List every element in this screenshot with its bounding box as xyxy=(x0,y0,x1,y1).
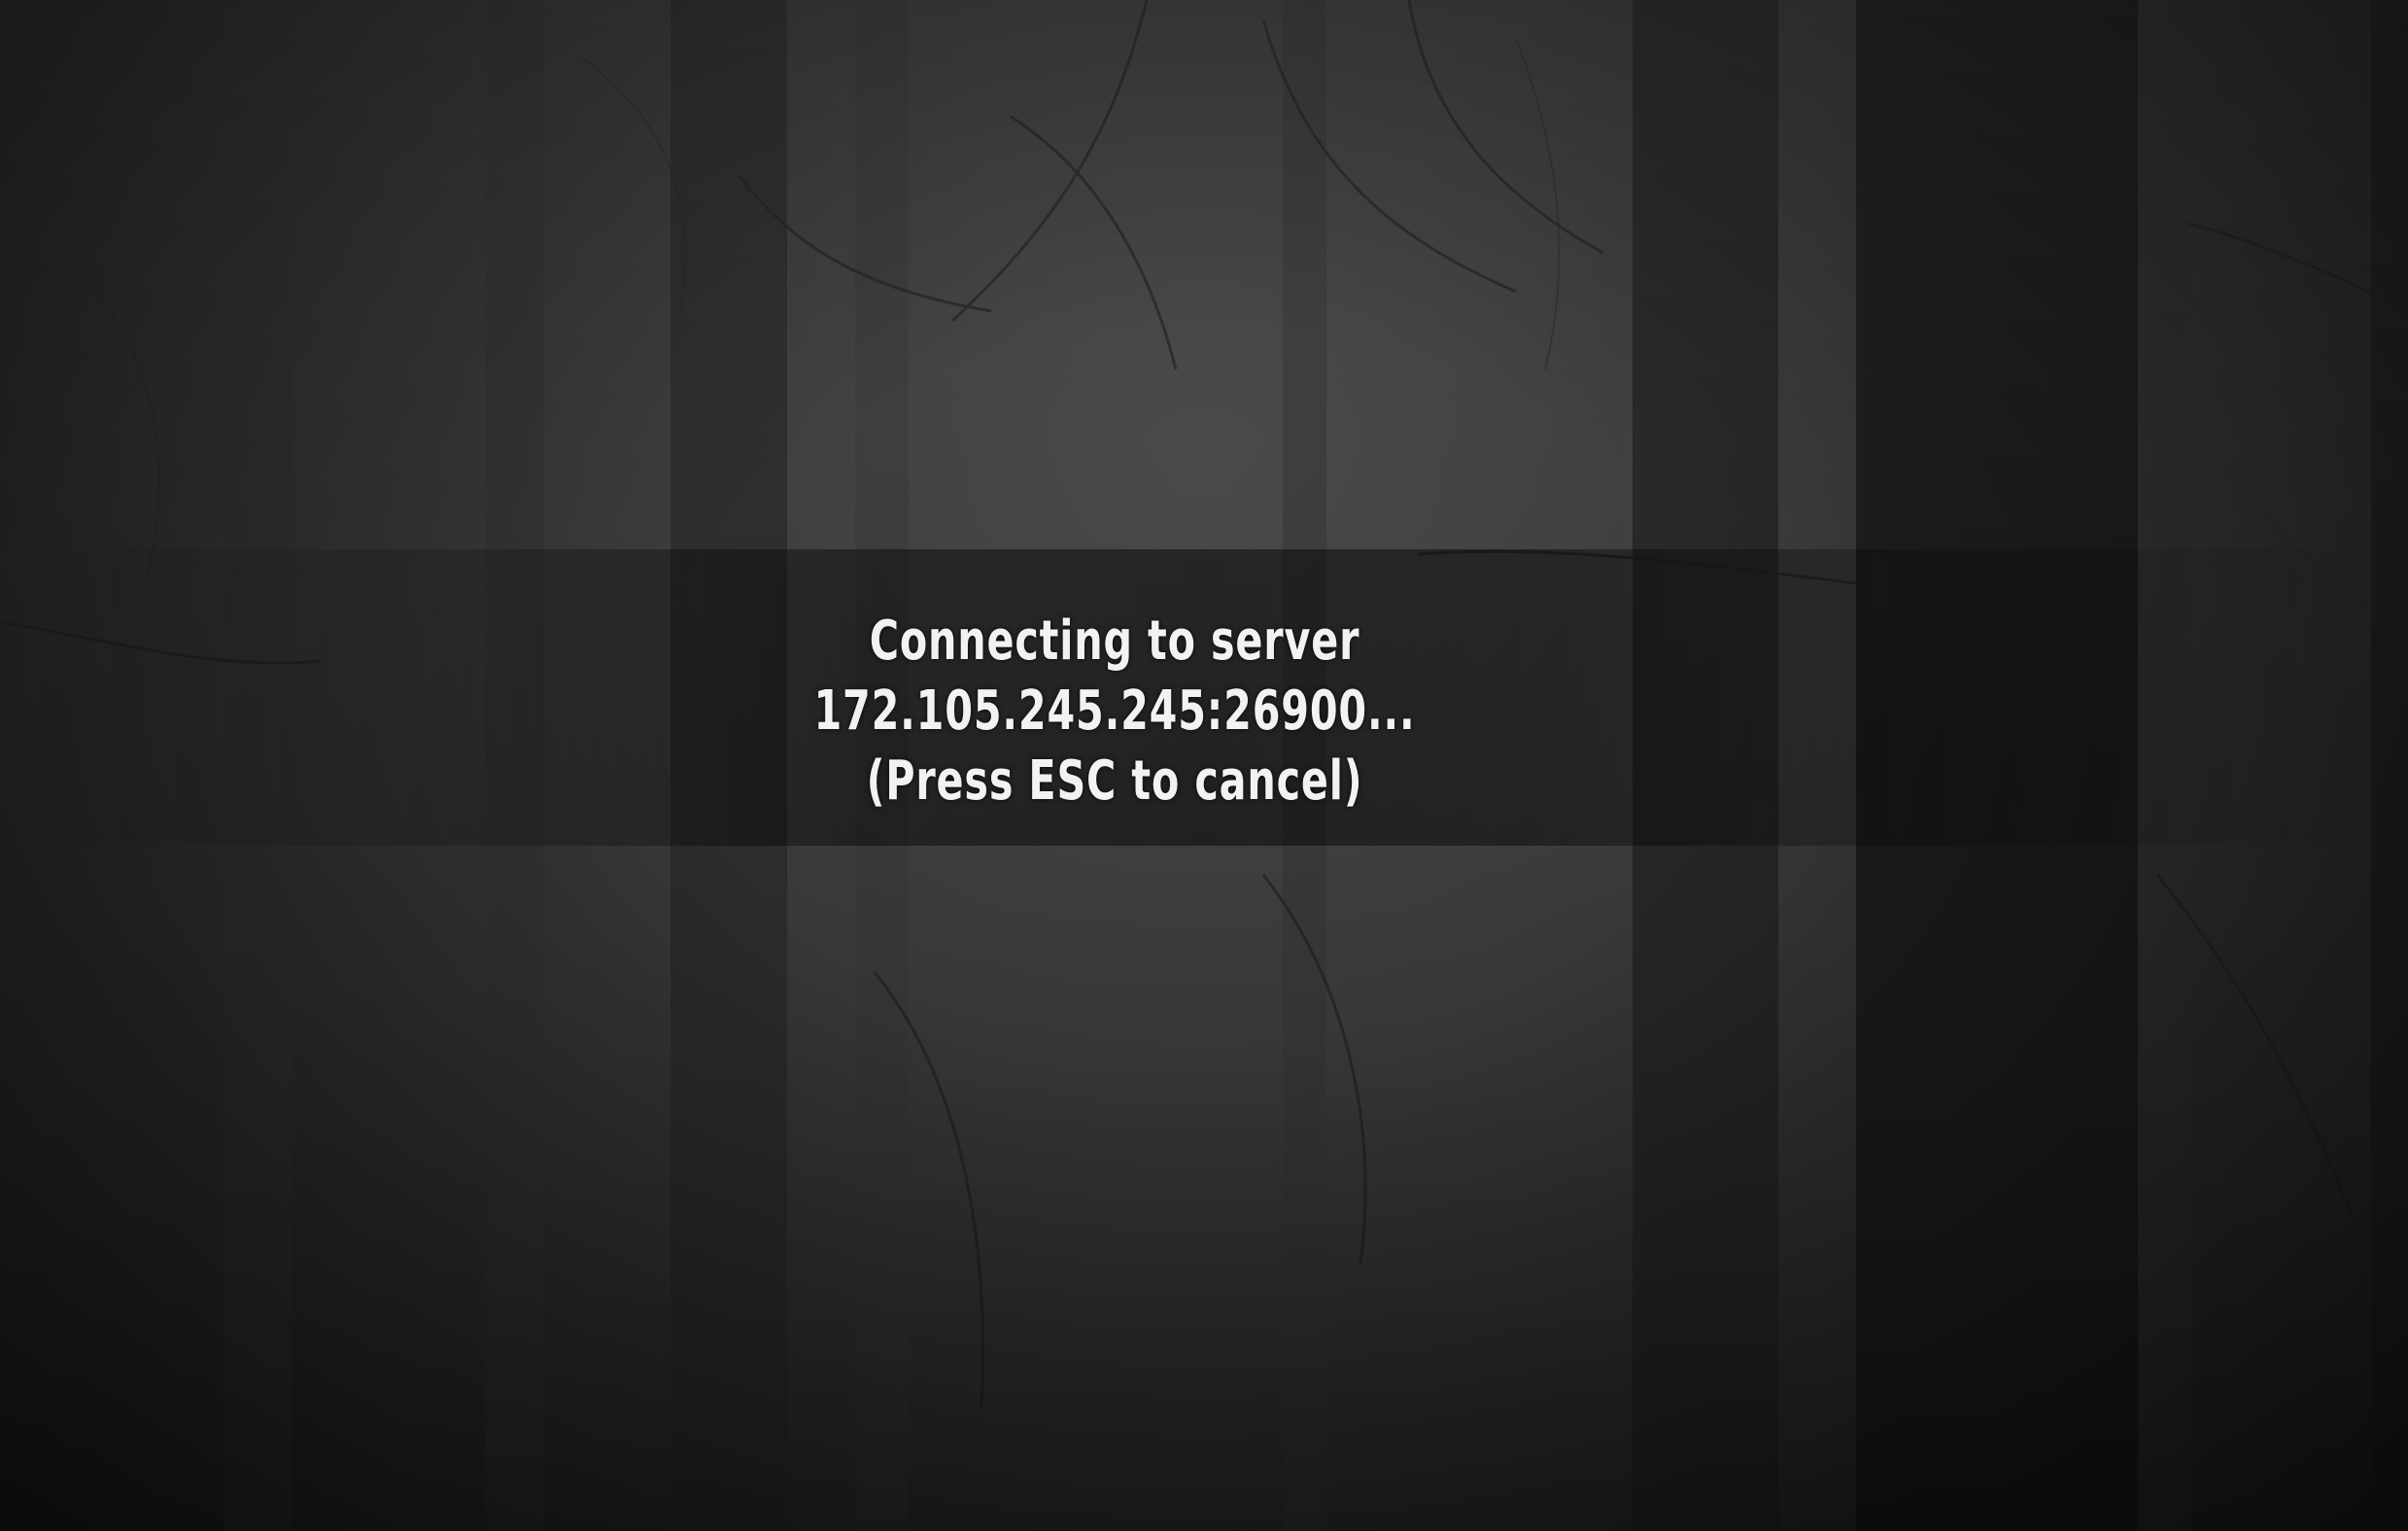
cancel-hint: (Press ESC to cancel) xyxy=(866,749,1363,813)
loading-screen: Connecting to server 172.105.245.245:269… xyxy=(0,0,2408,1531)
connecting-message: Connecting to server 172.105.245.245:269… xyxy=(200,607,2028,817)
server-address: 172.105.245.245:26900... xyxy=(813,679,1416,743)
connecting-title: Connecting to server xyxy=(869,609,1360,673)
